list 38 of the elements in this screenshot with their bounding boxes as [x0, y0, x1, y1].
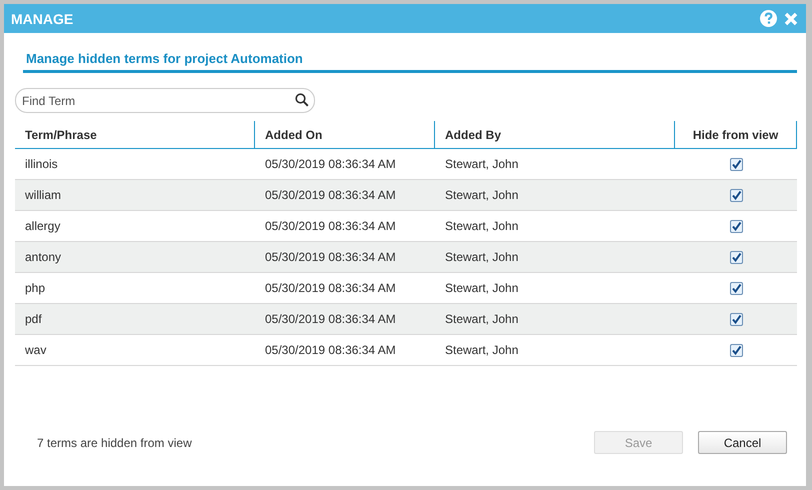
table-cell: Stewart, John: [445, 312, 518, 326]
table-cell: Stewart, John: [445, 281, 518, 295]
table-cell: wav: [25, 343, 46, 357]
section-heading: Manage hidden terms for project Automation: [26, 51, 303, 66]
column-header[interactable]: Term/Phrase: [15, 121, 255, 148]
table-cell: 05/30/2019 08:36:34 AM: [265, 157, 396, 171]
table-cell: Stewart, John: [445, 343, 518, 357]
table-cell: illinois: [25, 157, 58, 171]
table-cell: william: [25, 188, 61, 202]
search-icon[interactable]: [295, 93, 309, 107]
checkbox[interactable]: [730, 282, 742, 294]
checkbox[interactable]: [730, 220, 742, 232]
status-text: 7 terms are hidden from view: [37, 436, 192, 450]
table-cell: php: [25, 281, 46, 295]
table-cell: 05/30/2019 08:36:34 AM: [265, 219, 396, 233]
checkbox[interactable]: [730, 312, 742, 326]
table-cell: Stewart, John: [445, 188, 518, 202]
table-cell: 05/30/2019 08:36:34 AM: [265, 188, 396, 202]
table-cell: 05/30/2019 08:36:34 AM: [265, 312, 396, 326]
checkbox[interactable]: [730, 344, 742, 356]
table-cell: pdf: [25, 312, 42, 326]
table-cell: 05/30/2019 08:36:34 AM: [265, 250, 396, 264]
table-cell: Stewart, John: [445, 157, 518, 171]
column-header[interactable]: Added On: [255, 121, 435, 148]
dialog-button[interactable]: Cancel: [698, 431, 787, 454]
table-cell: Stewart, John: [445, 219, 518, 233]
column-header[interactable]: Added By: [435, 121, 675, 148]
column-header[interactable]: Hide from view: [675, 121, 797, 148]
checkbox[interactable]: [730, 188, 742, 202]
checkbox[interactable]: [730, 250, 742, 264]
table-cell: 05/30/2019 08:36:34 AM: [265, 343, 396, 357]
search-field[interactable]: Find Term: [15, 88, 315, 113]
table-cell: antony: [25, 250, 62, 264]
table-cell: allergy: [25, 219, 60, 233]
window-title: MANAGE: [11, 10, 74, 26]
table-cell: Stewart, John: [445, 250, 518, 264]
checkbox[interactable]: [730, 158, 742, 170]
table-cell: 05/30/2019 08:36:34 AM: [265, 281, 396, 295]
